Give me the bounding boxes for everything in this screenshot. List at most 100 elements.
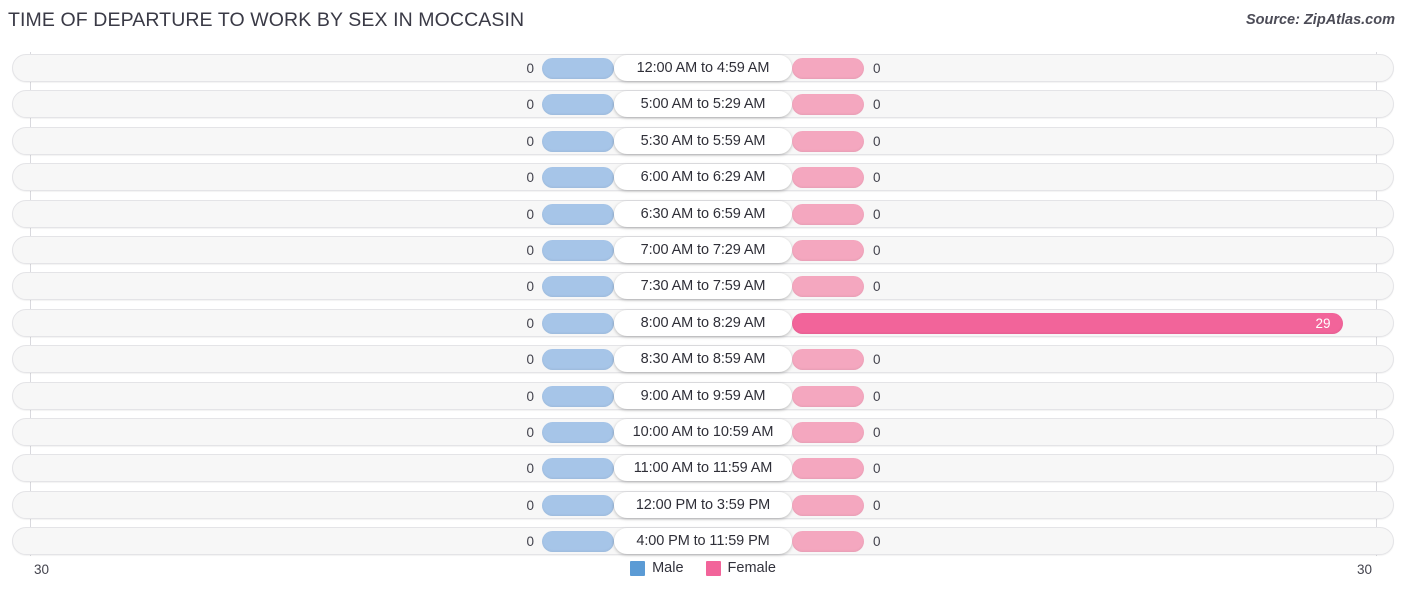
category-label-pill: 7:00 AM to 7:29 AM [614, 237, 792, 263]
legend-item-female[interactable]: Female [705, 560, 776, 576]
category-label-text: 9:00 AM to 9:59 AM [640, 387, 766, 404]
bar-female[interactable] [792, 531, 864, 553]
value-label-male: 0 [526, 97, 534, 113]
category-label-pill: 5:30 AM to 5:59 AM [614, 127, 792, 154]
legend: Male Female [0, 560, 1406, 576]
value-label-female: 0 [873, 425, 881, 440]
value-label-male: 0 [526, 461, 534, 477]
value-label-female: 29 [1315, 315, 1331, 331]
category-label-pill: 10:00 AM to 10:59 AM [614, 419, 792, 445]
value-label-male: 0 [526, 388, 534, 404]
category-label-pill: 5:00 AM to 5:29 AM [614, 91, 792, 118]
category-label-text: 5:30 AM to 5:59 AM [640, 132, 766, 149]
value-label-female: 0 [873, 97, 881, 113]
chart-row: 0 7:30 AM to 7:59 AM 0 [0, 270, 1406, 306]
chart-row: 0 6:30 AM to 6:59 AM 0 [0, 198, 1406, 234]
value-label-male: 0 [526, 352, 534, 368]
bar-male[interactable] [542, 422, 614, 443]
value-label-female: 0 [873, 206, 881, 222]
bar-male[interactable] [542, 58, 614, 79]
chart-row: 0 8:30 AM to 8:59 AM 0 [0, 343, 1406, 379]
category-label-pill: 6:30 AM to 6:59 AM [614, 200, 792, 227]
value-label-female: 0 [873, 534, 881, 550]
bar-female[interactable] [792, 130, 864, 152]
chart-row: 0 4:00 PM to 11:59 PM 0 [0, 525, 1406, 561]
category-label-text: 8:30 AM to 8:59 AM [640, 351, 766, 368]
bar-male[interactable] [542, 458, 614, 480]
value-label-female: 0 [873, 388, 881, 404]
bar-male[interactable] [542, 312, 614, 334]
bar-male[interactable] [542, 349, 614, 371]
legend-label-female: Female [727, 560, 776, 576]
value-label-male: 0 [526, 534, 534, 550]
bar-male[interactable] [542, 94, 614, 116]
category-label-text: 6:00 AM to 6:29 AM [640, 169, 766, 186]
bar-female[interactable] [792, 167, 864, 189]
chart-row: 0 5:30 AM to 5:59 AM 0 [0, 125, 1406, 161]
bar-female[interactable] [792, 385, 864, 407]
chart-row: 0 10:00 AM to 10:59 AM 0 [0, 416, 1406, 452]
category-label-pill: 6:00 AM to 6:29 AM [614, 164, 792, 191]
value-label-male: 0 [526, 206, 534, 222]
bar-male[interactable] [542, 494, 614, 516]
value-label-male: 0 [526, 61, 534, 76]
category-label-text: 6:30 AM to 6:59 AM [640, 205, 766, 222]
value-label-male: 0 [526, 170, 534, 186]
bar-female[interactable] [792, 494, 864, 516]
bar-female[interactable] [792, 458, 864, 480]
value-label-male: 0 [526, 425, 534, 440]
bar-male[interactable] [542, 276, 614, 298]
value-label-female: 0 [873, 170, 881, 186]
bar-female[interactable] [792, 58, 864, 79]
bar-male[interactable] [542, 240, 614, 261]
bar-female[interactable] [792, 203, 864, 225]
chart-row: 0 6:00 AM to 6:29 AM 0 [0, 161, 1406, 197]
chart-row: 0 8:00 AM to 8:29 AM 29 [0, 307, 1406, 343]
category-label-pill: 4:00 PM to 11:59 PM [614, 528, 792, 555]
category-label-text: 11:00 AM to 11:59 AM [633, 460, 773, 477]
bar-male[interactable] [542, 203, 614, 225]
category-label-text: 12:00 PM to 3:59 PM [635, 496, 771, 513]
category-label-pill: 12:00 PM to 3:59 PM [614, 491, 792, 518]
value-label-female: 0 [873, 243, 881, 258]
legend-swatch-male-icon [630, 560, 646, 576]
category-label-pill: 12:00 AM to 4:59 AM [614, 55, 792, 81]
bar-female[interactable] [792, 94, 864, 116]
category-label-pill: 11:00 AM to 11:59 AM [614, 455, 792, 482]
value-label-male: 0 [526, 243, 534, 258]
category-label-text: 7:30 AM to 7:59 AM [640, 278, 766, 295]
chart-container: TIME OF DEPARTURE TO WORK BY SEX IN MOCC… [0, 0, 1406, 595]
value-label-male: 0 [526, 279, 534, 295]
chart-row: 0 11:00 AM to 11:59 AM 0 [0, 452, 1406, 488]
chart-row: 0 12:00 PM to 3:59 PM 0 [0, 489, 1406, 525]
bar-male[interactable] [542, 531, 614, 553]
bar-female[interactable] [792, 240, 864, 261]
category-label-pill: 7:30 AM to 7:59 AM [614, 273, 792, 300]
bar-female[interactable] [792, 349, 864, 371]
bar-female[interactable] [792, 312, 1344, 334]
legend-label-male: Male [652, 560, 684, 576]
value-label-female: 0 [873, 133, 881, 149]
value-label-male: 0 [526, 497, 534, 513]
plot-area: 0 12:00 AM to 4:59 AM 0 0 5:00 AM to 5:29 AM… [0, 52, 1406, 557]
category-label-text: 5:00 AM to 5:29 AM [640, 96, 766, 113]
chart-row: 0 7:00 AM to 7:29 AM 0 [0, 234, 1406, 270]
category-label-text: 7:00 AM to 7:29 AM [640, 242, 766, 258]
category-label-text: 12:00 AM to 4:59 AM [636, 60, 770, 76]
category-label-pill: 9:00 AM to 9:59 AM [614, 382, 792, 409]
bar-male[interactable] [542, 167, 614, 189]
bar-male[interactable] [542, 130, 614, 152]
legend-item-male[interactable]: Male [630, 560, 684, 576]
category-label-pill: 8:30 AM to 8:59 AM [614, 346, 792, 373]
bar-female[interactable] [792, 422, 864, 443]
value-label-female: 0 [873, 461, 881, 477]
bar-female[interactable] [792, 276, 864, 298]
bar-male[interactable] [542, 385, 614, 407]
value-label-female: 0 [873, 279, 881, 295]
category-label-pill: 8:00 AM to 8:29 AM [614, 309, 792, 336]
legend-swatch-female-icon [705, 560, 721, 576]
page-title: TIME OF DEPARTURE TO WORK BY SEX IN MOCC… [8, 9, 525, 31]
source-attribution: Source: ZipAtlas.com [1245, 12, 1395, 28]
value-label-male: 0 [526, 133, 534, 149]
value-label-female: 0 [873, 497, 881, 513]
